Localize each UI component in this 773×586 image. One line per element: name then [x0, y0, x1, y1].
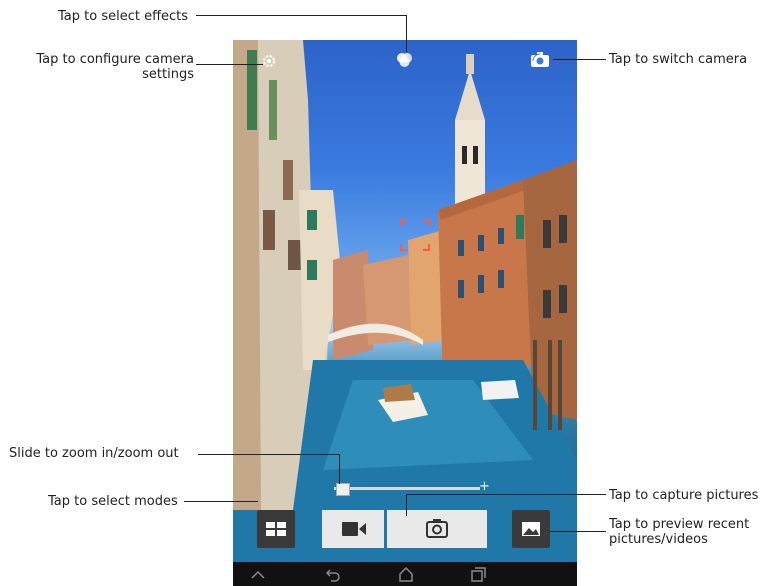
capture-button[interactable]: [387, 510, 487, 548]
system-nav-bar: [233, 562, 577, 586]
callout-switch-camera: Tap to switch camera: [609, 52, 748, 67]
image-icon: [522, 522, 540, 536]
callout-settings-line1: Tap to configure camera: [36, 52, 194, 67]
zoom-plus-label: +: [479, 479, 490, 494]
leader-line-zoom: [198, 454, 340, 455]
home-icon[interactable]: [397, 565, 415, 583]
zoom-slider-handle[interactable]: [336, 483, 350, 496]
gallery-preview-button[interactable]: [512, 510, 550, 548]
leader-line-zoom-vertical: [339, 454, 340, 484]
effects-icon[interactable]: [395, 50, 415, 70]
callout-preview-line1: Tap to preview recent: [609, 517, 750, 532]
callout-modes: Tap to select modes: [48, 494, 178, 509]
callout-preview: Tap to preview recent pictures/videos: [609, 517, 749, 547]
leader-line-effects: [196, 15, 407, 16]
video-camera-icon: [342, 522, 366, 536]
callout-settings: Tap to configure camera settings: [22, 52, 194, 82]
zoom-slider-track[interactable]: [334, 487, 480, 490]
callout-settings-line2: settings: [142, 67, 194, 82]
callout-effects: Tap to select effects: [58, 9, 189, 24]
callout-zoom: Slide to zoom in/zoom out: [9, 446, 179, 461]
recent-apps-icon[interactable]: [469, 565, 487, 583]
grid-icon: [266, 522, 286, 536]
callout-capture: Tap to capture pictures: [609, 488, 759, 503]
leader-line-switch-camera: [553, 59, 606, 60]
select-modes-button[interactable]: [257, 510, 295, 548]
back-icon[interactable]: [324, 565, 342, 583]
up-icon[interactable]: [249, 565, 267, 583]
leader-line-modes: [184, 501, 258, 502]
camera-viewfinder[interactable]: +: [233, 40, 577, 562]
video-mode-button[interactable]: [322, 510, 384, 548]
callout-preview-line2: pictures/videos: [609, 532, 708, 547]
leader-line-preview: [550, 531, 606, 532]
leader-line-capture: [406, 494, 606, 495]
viewfinder-scene: [233, 40, 577, 562]
leader-line-settings: [196, 64, 263, 65]
leader-line-effects-vertical: [406, 15, 407, 52]
camera-screen: +: [233, 40, 577, 586]
leader-line-capture-vertical: [406, 494, 407, 516]
switch-camera-icon[interactable]: [529, 51, 551, 69]
gear-icon[interactable]: [261, 53, 277, 69]
camera-icon: [426, 519, 448, 538]
